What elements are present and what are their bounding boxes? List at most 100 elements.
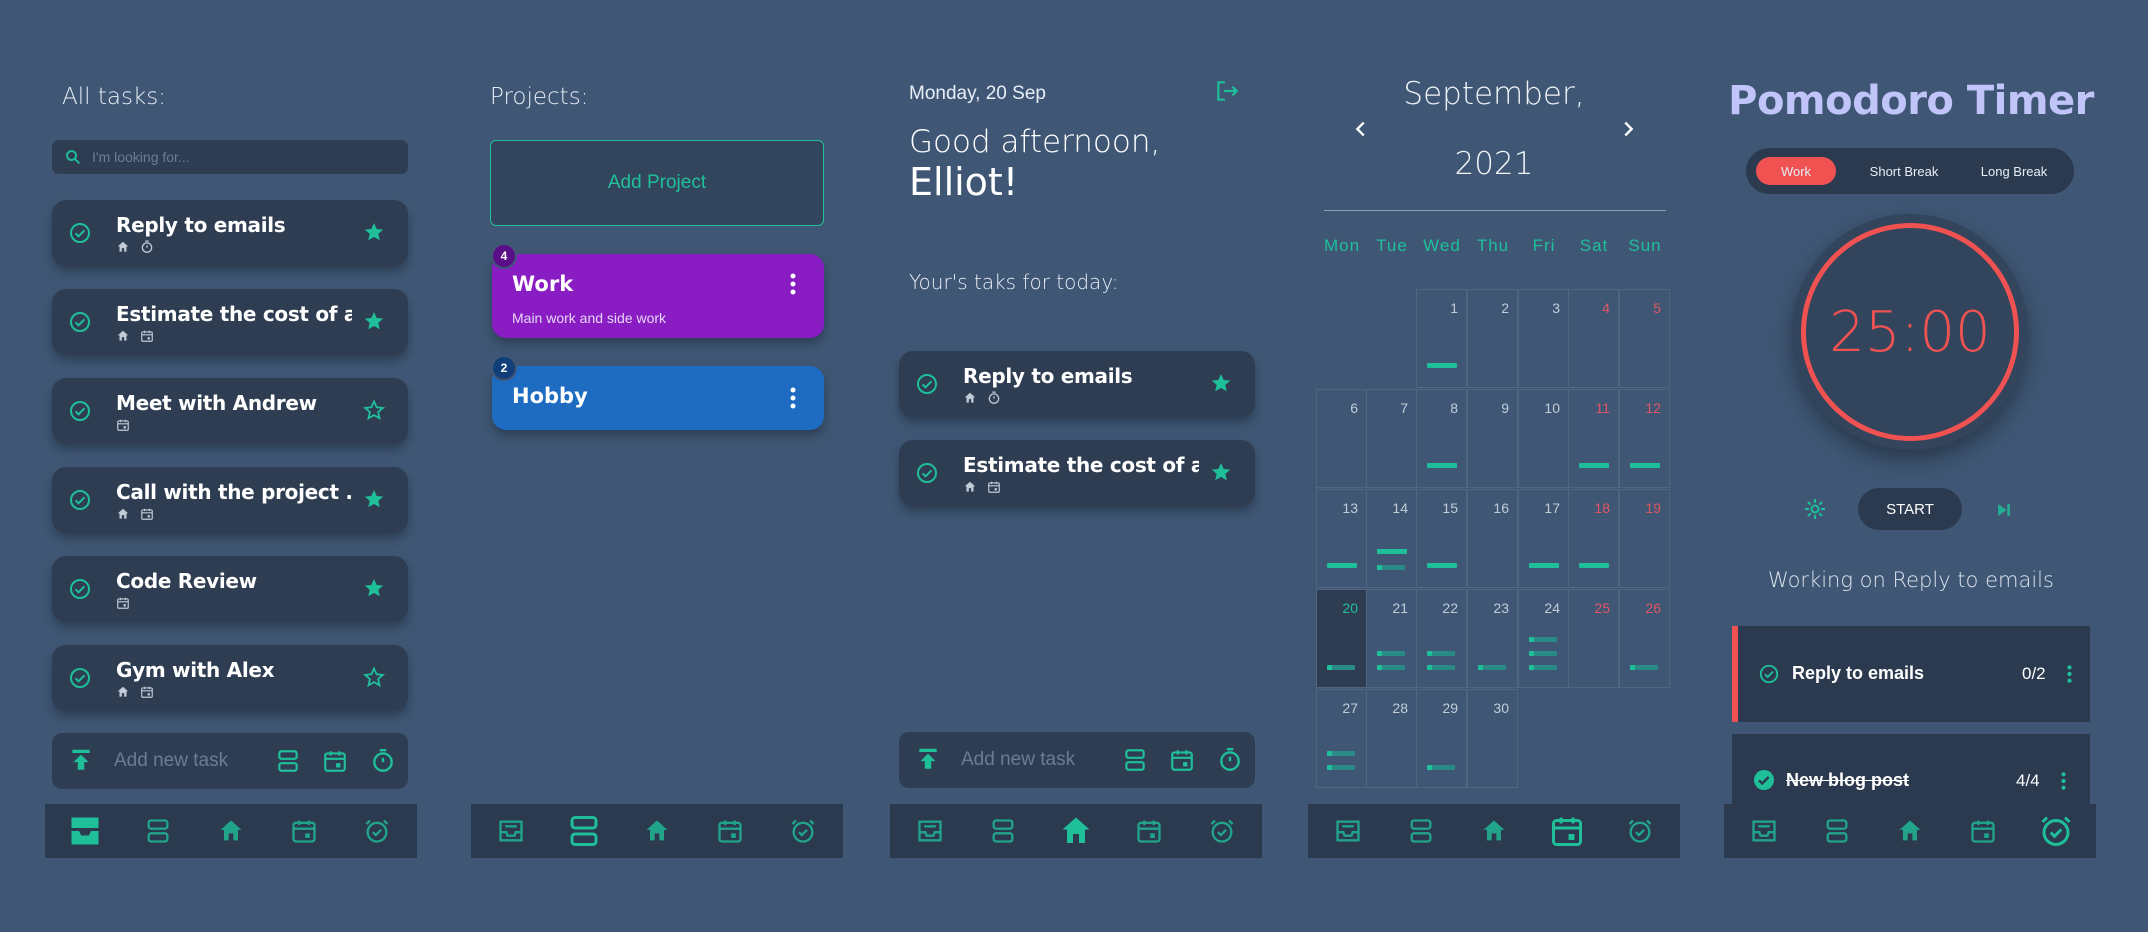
calendar-day[interactable]: 4 (1568, 289, 1619, 388)
calendar-day[interactable]: 7 (1366, 389, 1417, 488)
calendar-day[interactable]: 25 (1568, 589, 1619, 688)
search-bar[interactable] (52, 140, 408, 174)
chevron-right-icon[interactable] (1617, 118, 1639, 140)
star-filled-icon[interactable] (362, 487, 386, 511)
calendar-day[interactable]: 22 (1416, 589, 1467, 688)
calendar-day[interactable]: 12 (1619, 389, 1670, 488)
add-task-input[interactable]: Add new task (961, 749, 1075, 771)
check-circle-icon[interactable] (68, 399, 92, 423)
calendar-day[interactable]: 20 (1316, 589, 1367, 688)
nav-home-icon[interactable] (1896, 817, 1924, 845)
calendar-day[interactable]: 27 (1316, 689, 1367, 788)
star-filled-icon[interactable] (362, 576, 386, 600)
nav-calendar-icon[interactable] (1969, 817, 1997, 845)
nav-home-icon[interactable] (643, 817, 671, 845)
calendar-day[interactable]: 28 (1366, 689, 1417, 788)
calendar-day[interactable]: 9 (1467, 389, 1518, 488)
calendar-day[interactable]: 1 (1416, 289, 1467, 388)
pomodoro-task-active[interactable]: Reply to emails 0/2 (1732, 626, 2090, 722)
nav-alarm-icon[interactable] (1208, 817, 1236, 845)
check-circle-icon[interactable] (68, 310, 92, 334)
star-filled-icon[interactable] (362, 220, 386, 244)
task-card[interactable]: Meet with Andrew (52, 378, 408, 444)
project-card-hobby[interactable]: Hobby (492, 366, 824, 430)
nav-inbox-icon[interactable] (67, 813, 103, 849)
nav-inbox-icon[interactable] (1750, 817, 1778, 845)
check-circle-icon[interactable] (915, 372, 939, 396)
check-circle-icon[interactable] (915, 461, 939, 485)
calendar-day[interactable]: 23 (1467, 589, 1518, 688)
timer-icon[interactable] (1217, 747, 1243, 773)
logout-icon[interactable] (1214, 78, 1240, 104)
add-task-bar[interactable]: Add new task (52, 733, 408, 789)
task-card[interactable]: Reply to emails (899, 351, 1255, 417)
star-filled-icon[interactable] (1209, 371, 1233, 395)
add-task-bar[interactable]: Add new task (899, 732, 1255, 788)
nav-alarm-icon[interactable] (789, 817, 817, 845)
task-card[interactable]: Estimate the cost of a... (52, 289, 408, 355)
more-vertical-icon[interactable] (2061, 771, 2066, 791)
gear-icon[interactable] (1803, 497, 1827, 521)
add-project-button[interactable]: Add Project (490, 140, 824, 226)
project-card-work[interactable]: Work Main work and side work (492, 254, 824, 338)
calendar-day[interactable]: 21 (1366, 589, 1417, 688)
nav-home-icon[interactable] (1480, 817, 1508, 845)
nav-calendar-icon[interactable] (1135, 817, 1163, 845)
more-vertical-icon[interactable] (790, 386, 796, 410)
nav-calendar-icon[interactable] (1549, 813, 1585, 849)
calendar-day[interactable]: 29 (1416, 689, 1467, 788)
star-outline-icon[interactable] (362, 398, 386, 422)
calendar-day[interactable]: 30 (1467, 689, 1518, 788)
star-filled-icon[interactable] (362, 309, 386, 333)
projects-icon[interactable] (1122, 747, 1148, 773)
calendar-day[interactable]: 13 (1316, 489, 1367, 588)
task-card[interactable]: Gym with Alex (52, 645, 408, 711)
calendar-icon[interactable] (1169, 747, 1195, 773)
nav-projects-icon[interactable] (566, 813, 602, 849)
calendar-day[interactable]: 8 (1416, 389, 1467, 488)
projects-icon[interactable] (275, 748, 301, 774)
nav-calendar-icon[interactable] (290, 817, 318, 845)
nav-projects-icon[interactable] (989, 817, 1017, 845)
search-input[interactable] (92, 149, 392, 165)
more-vertical-icon[interactable] (2067, 664, 2072, 684)
nav-alarm-icon[interactable] (2038, 813, 2074, 849)
check-circle-icon[interactable] (68, 666, 92, 690)
calendar-icon[interactable] (322, 748, 348, 774)
nav-inbox-icon[interactable] (1334, 817, 1362, 845)
task-card[interactable]: Call with the project ... (52, 467, 408, 533)
timer-icon[interactable] (370, 748, 396, 774)
calendar-day[interactable]: 6 (1316, 389, 1367, 488)
nav-alarm-icon[interactable] (363, 817, 391, 845)
tab-short-break[interactable]: Short Break (1854, 157, 1954, 185)
tab-work[interactable]: Work (1756, 157, 1836, 185)
nav-calendar-icon[interactable] (716, 817, 744, 845)
nav-alarm-icon[interactable] (1626, 817, 1654, 845)
more-vertical-icon[interactable] (790, 272, 796, 296)
calendar-day[interactable]: 19 (1619, 489, 1670, 588)
check-circle-icon[interactable] (1758, 663, 1780, 685)
nav-projects-icon[interactable] (144, 817, 172, 845)
calendar-day[interactable]: 5 (1619, 289, 1670, 388)
skip-icon[interactable] (1994, 500, 2014, 520)
upload-icon[interactable] (68, 747, 94, 773)
chevron-left-icon[interactable] (1350, 118, 1372, 140)
calendar-day[interactable]: 26 (1619, 589, 1670, 688)
calendar-day[interactable]: 17 (1518, 489, 1569, 588)
start-button[interactable]: START (1858, 488, 1962, 530)
calendar-day[interactable]: 3 (1518, 289, 1569, 388)
nav-home-icon[interactable] (217, 817, 245, 845)
upload-icon[interactable] (915, 746, 941, 772)
check-circle-icon[interactable] (68, 221, 92, 245)
nav-projects-icon[interactable] (1407, 817, 1435, 845)
check-circle-filled-icon[interactable] (1752, 768, 1776, 792)
nav-inbox-icon[interactable] (916, 817, 944, 845)
star-filled-icon[interactable] (1209, 460, 1233, 484)
calendar-day[interactable]: 2 (1467, 289, 1518, 388)
tab-long-break[interactable]: Long Break (1964, 157, 2064, 185)
pomodoro-task-done[interactable]: New blog post 4/4 (1732, 734, 2090, 804)
star-outline-icon[interactable] (362, 665, 386, 689)
task-card[interactable]: Estimate the cost of a... (899, 440, 1255, 506)
calendar-day[interactable]: 24 (1518, 589, 1569, 688)
add-task-input[interactable]: Add new task (114, 750, 228, 772)
